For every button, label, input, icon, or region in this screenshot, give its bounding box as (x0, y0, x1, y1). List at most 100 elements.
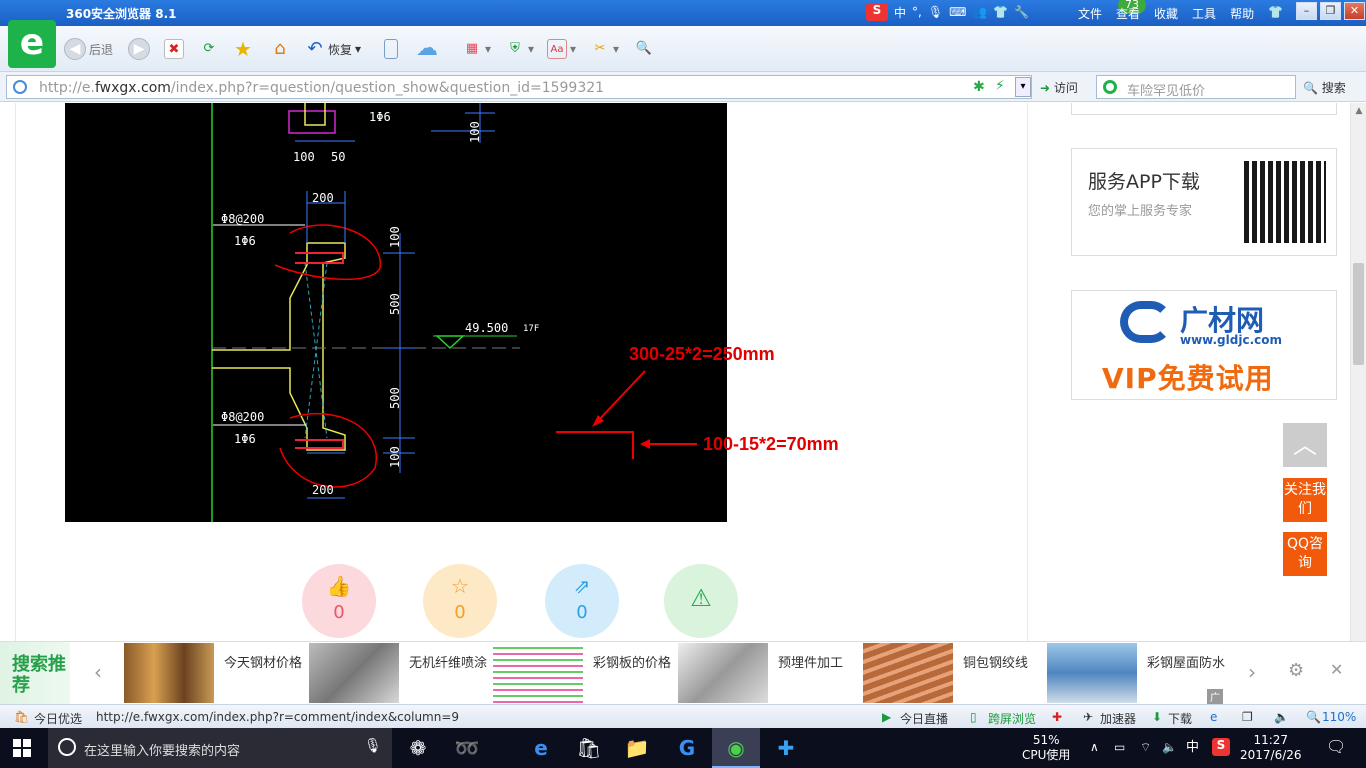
restore-button[interactable]: ↶ 恢复 ▾ (305, 38, 361, 60)
accelerator-icon: ✈ (1083, 710, 1094, 724)
cross-screen-link[interactable]: 跨屏浏览 (988, 710, 1036, 727)
like-count: 0 (333, 602, 345, 623)
clock[interactable]: 11:27 2017/6/26 (1240, 733, 1302, 763)
people-icon[interactable]: 👥 (972, 5, 987, 19)
ie-icon[interactable]: e (1210, 710, 1217, 724)
vertical-scrollbar[interactable]: ▲ (1350, 103, 1366, 641)
volume-icon[interactable]: 🔈 (1162, 740, 1177, 755)
ime-indicator[interactable]: 中 (1186, 740, 1199, 755)
undo-icon: ↶ (307, 38, 323, 59)
swirl-app-icon[interactable]: ➿ (443, 728, 491, 768)
windows-start-icon[interactable] (13, 739, 31, 757)
sogou-icon[interactable]: S (866, 3, 888, 21)
search-engine-icon[interactable] (1103, 80, 1117, 94)
home-button[interactable]: ⌂ (270, 38, 290, 60)
cloud-button[interactable]: ☁ (416, 38, 438, 60)
favorite-button[interactable]: ☆ 0 (423, 564, 497, 638)
like-button[interactable]: 👍 0 (302, 564, 376, 638)
close-icon[interactable]: ✕ (1330, 660, 1343, 679)
report-button[interactable]: ⚠ (664, 564, 738, 638)
sidebar-card-partial (1071, 103, 1337, 115)
sogou-tray-icon[interactable]: S (1212, 738, 1230, 756)
accelerator-link[interactable]: 加速器 (1100, 710, 1136, 727)
punctuation-icon[interactable]: °, (912, 5, 922, 19)
dropdown-icon: ▾ (613, 42, 620, 56)
microphone-icon[interactable]: 🎙 (364, 738, 382, 754)
search-box[interactable]: 车险罕见低价 (1096, 75, 1296, 99)
menu-view[interactable]: 查看 (1116, 5, 1140, 22)
speaker-icon[interactable]: 🔈 (1274, 710, 1289, 724)
chevron-up-icon: ︿ (1293, 431, 1317, 459)
live-link[interactable]: 今日直播 (900, 710, 948, 727)
search-button[interactable]: 🔍 搜索 (1303, 79, 1346, 96)
shirt-icon[interactable]: 👕 (993, 5, 1008, 19)
today-pick-link[interactable]: 今日优选 (34, 710, 82, 727)
microphone-icon[interactable]: 🎙 (928, 5, 943, 19)
app-download-title: 服务APP下载 (1088, 171, 1200, 193)
glodon-icon[interactable]: G (663, 728, 711, 768)
url-text[interactable]: http://e.fwxgx.com/index.php?r=question/… (39, 80, 604, 96)
back-button[interactable]: ◀ 后退 (64, 38, 113, 60)
wifi-icon[interactable]: ⌔ (1140, 740, 1151, 755)
security-button[interactable]: ⛨ ▾ (505, 38, 534, 60)
translate-button[interactable]: Aa ▾ (547, 38, 576, 60)
gldjc-ad-banner[interactable]: 广材网 www.gldjc.com VIP免费试用 (1071, 290, 1337, 400)
ime-chinese-label[interactable]: 中 (894, 4, 906, 21)
battery-icon[interactable]: ▭ (1114, 740, 1125, 755)
zoom-button[interactable]: 🔍 (634, 38, 654, 60)
qq-consult-button[interactable]: QQ咨询 (1283, 532, 1327, 576)
follow-us-button[interactable]: 关注我们 (1283, 478, 1327, 522)
address-bar[interactable]: http://e.fwxgx.com/index.php?r=question/… (6, 75, 1032, 99)
cpu-label: CPU使用 (1022, 748, 1071, 762)
store-icon[interactable]: 🛍 (565, 728, 613, 768)
forward-arrow-icon: ▶ (128, 38, 150, 60)
edge-icon[interactable]: e (517, 728, 565, 768)
next-arrow-icon[interactable]: › (1248, 660, 1256, 684)
scissors-icon: ✂ (594, 41, 606, 56)
browser-360-icon[interactable]: ◉ (712, 728, 760, 768)
refresh-button[interactable]: ⟳ (199, 38, 219, 60)
visit-button[interactable]: ➜ 访问 (1040, 79, 1078, 96)
lightning-icon[interactable]: ⚡ (995, 78, 1005, 94)
prev-arrow-icon[interactable]: ‹ (94, 660, 102, 684)
forward-button[interactable]: ▶ (128, 38, 150, 60)
loading-icon[interactable]: ✱ (973, 79, 985, 95)
share-button[interactable]: ⇗ 0 (545, 564, 619, 638)
menu-tools[interactable]: 工具 (1192, 5, 1216, 22)
stop-button[interactable]: ✖ (164, 38, 184, 60)
menu-file[interactable]: 文件 (1078, 5, 1102, 22)
browser-logo[interactable]: e (8, 20, 56, 68)
tray-expand-icon[interactable]: ∧ (1090, 740, 1099, 755)
favorites-button[interactable]: ★ (233, 38, 253, 60)
app-download-card[interactable]: 服务APP下载 您的掌上服务专家 (1071, 148, 1337, 256)
scrollbar-thumb[interactable] (1353, 263, 1364, 365)
network-tool-icon[interactable]: ✚ (762, 728, 810, 768)
cpu-monitor[interactable]: 51% CPU使用 (1022, 733, 1070, 763)
window-icon[interactable]: ❐ (1242, 710, 1253, 724)
menu-help[interactable]: 帮助 (1230, 5, 1254, 22)
zoom-level[interactable]: 110% (1322, 710, 1356, 724)
minimize-button[interactable]: – (1296, 2, 1317, 20)
maximize-button[interactable]: ❐ (1320, 2, 1341, 20)
phone-button[interactable] (384, 38, 398, 60)
gear-icon[interactable]: ⚙ (1288, 660, 1304, 681)
star-icon: ★ (234, 37, 252, 61)
file-explorer-icon[interactable]: 📁 (613, 728, 661, 768)
download-link[interactable]: 下载 (1168, 710, 1192, 727)
close-button[interactable]: ✕ (1344, 2, 1365, 20)
wrench-icon[interactable]: 🔧 (1014, 5, 1029, 19)
today-pick-icon[interactable]: 🛍 (14, 710, 29, 724)
taskbar-search[interactable]: 在这里输入你要搜索的内容 🎙 (48, 728, 392, 768)
task-view-icon[interactable]: ❁ (394, 728, 442, 768)
plus-icon[interactable]: ✚ (1052, 710, 1062, 724)
notification-icon[interactable]: 🗨 (1326, 739, 1346, 755)
back-to-top-button[interactable]: ︿ (1283, 423, 1327, 467)
skin-icon[interactable]: 👕 (1268, 5, 1283, 22)
url-dropdown-icon[interactable]: ▾ (1015, 77, 1031, 97)
keyboard-icon[interactable]: ⌨ (949, 5, 966, 19)
refresh-icon: ⟳ (203, 41, 215, 56)
apps-button[interactable]: ▦ ▾ (462, 38, 491, 60)
menu-favorites[interactable]: 收藏 (1154, 5, 1178, 22)
screenshot-button[interactable]: ✂ ▾ (590, 38, 619, 60)
scroll-up-icon[interactable]: ▲ (1351, 103, 1366, 119)
